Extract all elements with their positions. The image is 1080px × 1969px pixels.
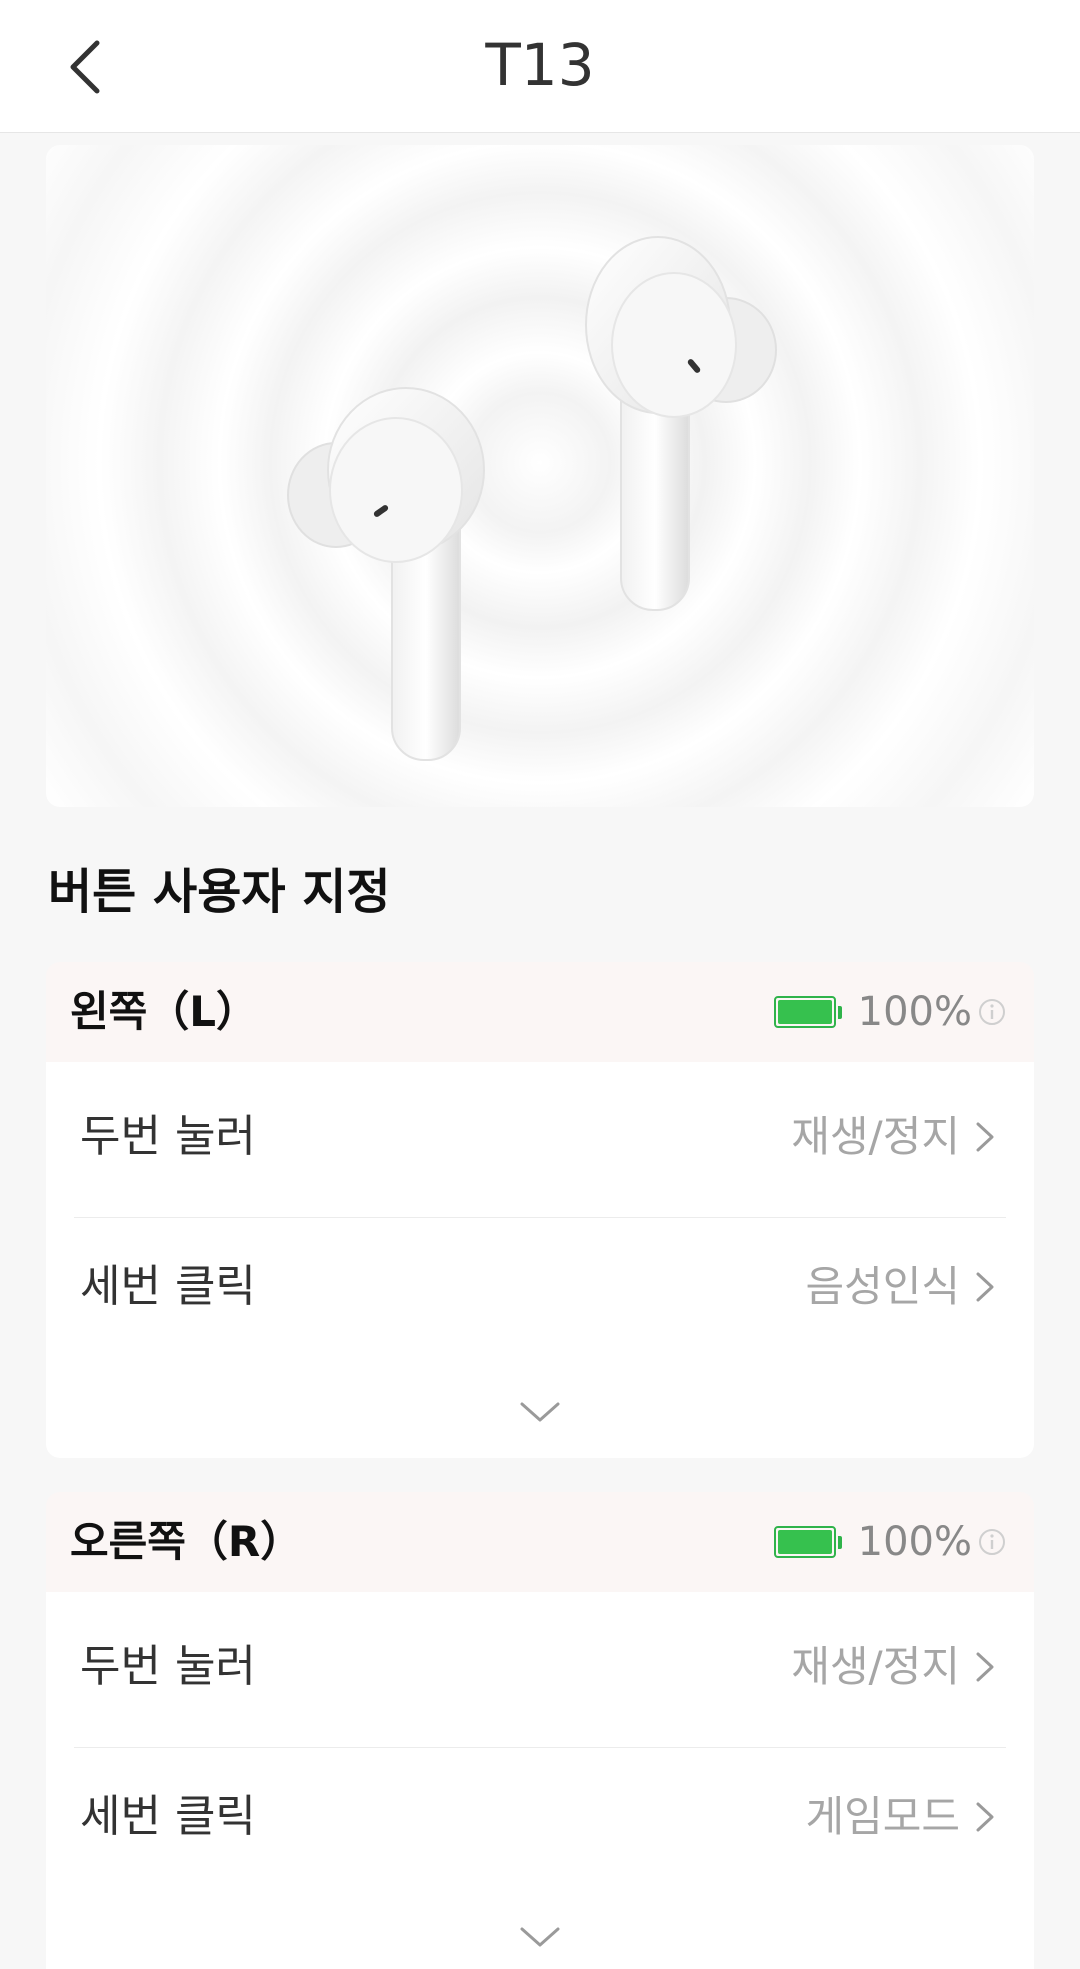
page-title: T13 bbox=[485, 31, 595, 99]
section-title: 버튼 사용자 지정 bbox=[48, 864, 391, 920]
battery-fill bbox=[777, 1530, 832, 1554]
row-value: 음성인식 bbox=[805, 1262, 960, 1311]
chevron-down-icon bbox=[520, 1927, 560, 1947]
chevron-right-icon bbox=[976, 1802, 994, 1832]
left-earbud-header: 왼쪽（L） 100% bbox=[46, 962, 1034, 1062]
right-triple-click-row[interactable]: 세번 클릭 게임모드 bbox=[46, 1742, 1034, 1892]
left-side-label: 왼쪽（L） bbox=[70, 987, 259, 1036]
info-icon[interactable] bbox=[978, 998, 1006, 1026]
battery-icon bbox=[773, 1526, 842, 1558]
earbuds-image bbox=[46, 145, 1034, 807]
left-battery-status: 100% bbox=[773, 962, 1006, 1062]
right-battery-status: 100% bbox=[773, 1492, 1006, 1592]
right-earbud bbox=[585, 236, 777, 611]
top-bar: T13 bbox=[0, 0, 1080, 133]
chevron-right-icon bbox=[976, 1272, 994, 1302]
row-label: 두번 눌러 bbox=[80, 1641, 256, 1692]
chevron-right-icon bbox=[976, 1122, 994, 1152]
left-earbud bbox=[287, 387, 485, 761]
row-value: 재생/정지 bbox=[791, 1112, 960, 1161]
expand-button[interactable] bbox=[500, 1387, 580, 1437]
earbuds-illustration bbox=[287, 236, 777, 761]
right-double-tap-row[interactable]: 두번 눌러 재생/정지 bbox=[46, 1592, 1034, 1742]
left-double-tap-row[interactable]: 두번 눌러 재생/정지 bbox=[46, 1062, 1034, 1212]
row-label: 두번 눌러 bbox=[80, 1111, 256, 1162]
right-earbud-header: 오른쪽（R） 100% bbox=[46, 1492, 1034, 1592]
battery-icon bbox=[773, 996, 842, 1028]
right-side-label: 오른쪽（R） bbox=[70, 1517, 303, 1566]
left-button-settings-card: 두번 눌러 재생/정지 세번 클릭 음성인식 bbox=[46, 1062, 1034, 1458]
battery-fill bbox=[777, 1000, 832, 1024]
left-battery-percent: 100% bbox=[857, 989, 972, 1035]
right-button-settings-card: 두번 눌러 재생/정지 세번 클릭 게임모드 bbox=[46, 1592, 1034, 1969]
row-value: 게임모드 bbox=[805, 1792, 960, 1841]
right-battery-percent: 100% bbox=[857, 1519, 972, 1565]
chevron-down-icon bbox=[520, 1402, 560, 1422]
expand-button[interactable] bbox=[500, 1912, 580, 1962]
info-icon[interactable] bbox=[978, 1528, 1006, 1556]
row-label: 세번 클릭 bbox=[80, 1261, 256, 1312]
left-triple-click-row[interactable]: 세번 클릭 음성인식 bbox=[46, 1212, 1034, 1362]
row-label: 세번 클릭 bbox=[80, 1791, 256, 1842]
chevron-right-icon bbox=[976, 1652, 994, 1682]
row-value: 재생/정지 bbox=[791, 1642, 960, 1691]
